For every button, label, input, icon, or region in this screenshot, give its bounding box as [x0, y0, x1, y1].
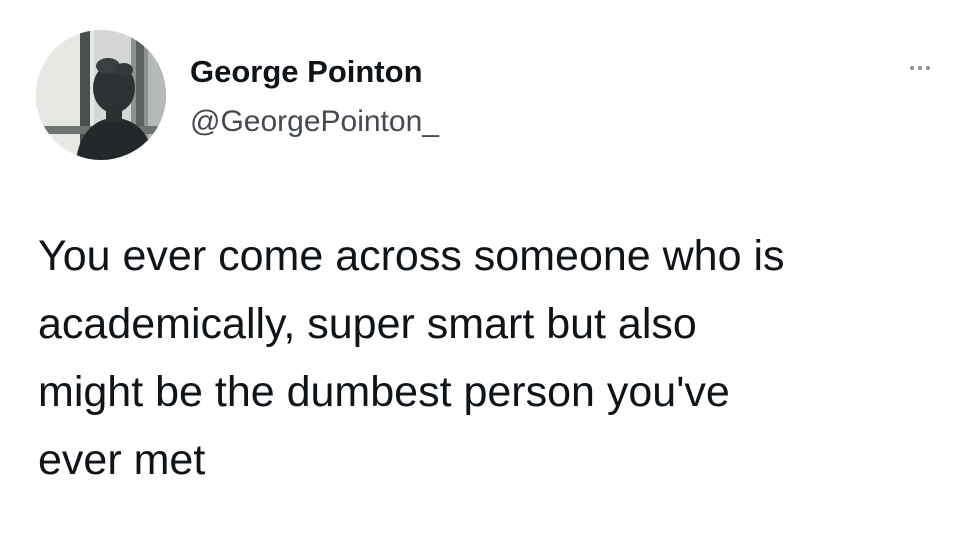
more-dot [918, 66, 922, 70]
tweet-text: You ever come across someone who is acad… [38, 232, 785, 484]
tweet-card: George Pointon @GeorgePointon_ You ever … [0, 0, 976, 548]
author-display-name[interactable]: George Pointon [190, 54, 423, 90]
more-dot [926, 66, 930, 70]
more-options-icon[interactable] [902, 58, 938, 78]
author-handle[interactable]: @GeorgePointon_ [190, 104, 439, 140]
avatar-image [36, 30, 166, 160]
more-dot [910, 66, 914, 70]
avatar[interactable] [36, 30, 166, 160]
